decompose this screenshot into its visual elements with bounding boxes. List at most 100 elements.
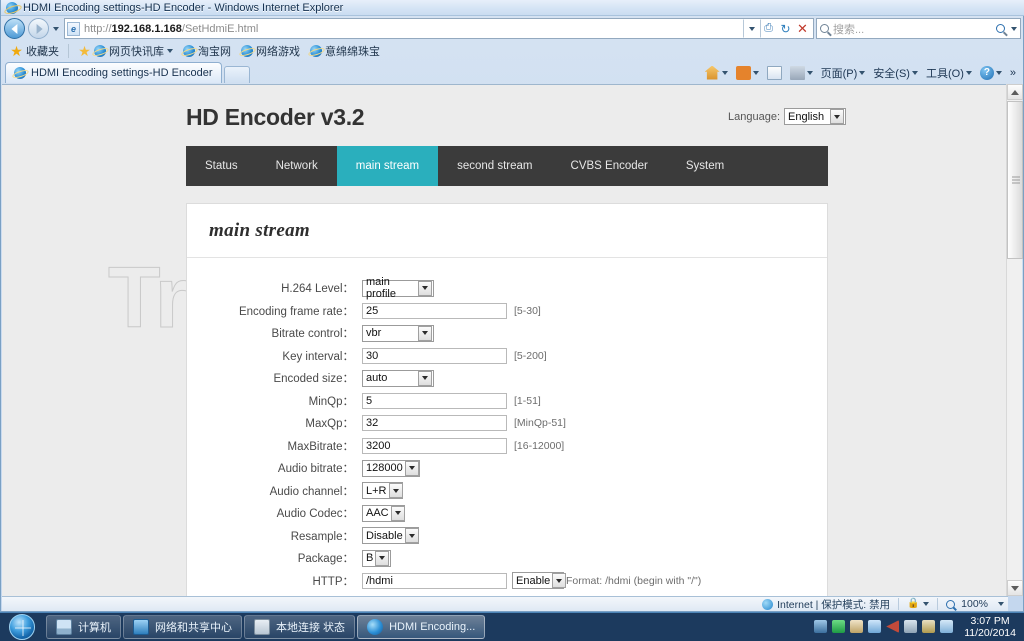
page-menu-button[interactable]: 页面(P) — [818, 64, 869, 82]
resample-select[interactable]: Disable — [362, 527, 419, 545]
feeds-button[interactable] — [733, 65, 762, 81]
form-label: MaxBitrate： — [287, 440, 354, 453]
shield-icon[interactable] — [832, 620, 846, 633]
list-icon[interactable] — [868, 620, 882, 633]
form-label: Audio channel： — [269, 485, 354, 498]
home-button[interactable] — [702, 65, 731, 81]
chevron-down-icon[interactable] — [375, 550, 390, 566]
network-sharing-icon — [133, 618, 149, 635]
mail-button[interactable] — [764, 65, 785, 81]
zoom-icon[interactable] — [946, 599, 956, 609]
search-input[interactable]: 搜索... — [816, 18, 1021, 39]
monitor-icon[interactable] — [814, 620, 828, 633]
refresh-icon[interactable]: ↻ — [777, 19, 794, 38]
favorites-bar-item-1[interactable]: 淘宝网 — [179, 42, 235, 60]
recent-pages-button[interactable] — [49, 18, 62, 39]
chevron-down-icon[interactable] — [404, 460, 419, 476]
network-warning-icon[interactable] — [922, 620, 936, 633]
privacy-lock-icon[interactable]: 🔒 — [907, 598, 919, 610]
stop-icon[interactable]: ✕ — [794, 19, 811, 38]
language-selector[interactable]: Language: English — [728, 108, 846, 125]
maxqp-input[interactable]: 32 — [362, 415, 507, 432]
favorites-bar-item-label: 网页快讯库 — [109, 46, 164, 58]
network-error-icon[interactable] — [904, 620, 918, 633]
key-interval-input[interactable]: 30 — [362, 347, 507, 364]
favorites-bar-item-0[interactable]: ★ 网页快讯库 — [74, 42, 177, 60]
chevron-down-icon[interactable] — [418, 325, 432, 341]
tab-system[interactable]: System — [667, 146, 743, 186]
window-titlebar: HDMI Encoding settings-HD Encoder - Wind… — [1, 0, 1024, 16]
minqp-input[interactable]: 5 — [362, 392, 507, 409]
audio-channel-select[interactable]: L+R — [362, 482, 403, 500]
chevron-down-icon[interactable] — [388, 483, 403, 499]
taskbar-item-network-sharing[interactable]: 网络和共享中心 — [123, 614, 242, 639]
taskbar-item-hdmi-encoding[interactable]: HDMI Encoding... — [357, 614, 486, 639]
chevron-down-icon[interactable] — [923, 602, 930, 606]
encoded-size-select[interactable]: auto — [362, 369, 434, 387]
maxbitrate-input[interactable]: 3200 — [362, 437, 507, 454]
bitrate-control-select[interactable]: vbr — [362, 324, 434, 342]
http-path-input[interactable]: /hdmi — [362, 572, 507, 589]
chevron-down-icon[interactable] — [911, 70, 918, 75]
chevron-down-icon[interactable] — [995, 70, 1002, 75]
field-value: auto — [366, 372, 388, 385]
chevron-down-icon[interactable] — [965, 70, 972, 75]
print-button[interactable] — [787, 65, 816, 81]
chevron-down-icon[interactable] — [859, 70, 866, 75]
speaker-arrow-icon[interactable] — [886, 620, 900, 633]
field-value: AAC — [366, 507, 389, 520]
chevron-down-icon[interactable] — [806, 70, 813, 75]
new-tab-button[interactable] — [223, 66, 250, 83]
page-favicon-icon — [310, 45, 322, 57]
tab-cvbs-encoder[interactable]: CVBS Encoder — [552, 146, 667, 186]
audio-bitrate-select[interactable]: 128000 — [362, 459, 420, 477]
chevron-down-icon[interactable] — [418, 370, 432, 386]
h264-level-select[interactable]: main profile — [362, 276, 434, 300]
chevron-down-icon[interactable] — [998, 602, 1004, 606]
chevron-down-icon[interactable] — [830, 109, 844, 124]
chevron-down-icon[interactable] — [418, 280, 432, 296]
scroll-up-button[interactable] — [1007, 84, 1023, 100]
security-menu-button[interactable]: 安全(S) — [870, 64, 921, 82]
favorites-button[interactable]: ★ 收藏夹 — [6, 42, 63, 60]
start-button[interactable] — [0, 613, 44, 641]
command-overflow-button[interactable]: » — [1007, 66, 1019, 80]
taskbar-clock[interactable]: 3:07 PM 11/20/2014 — [958, 615, 1018, 639]
chevron-down-icon[interactable] — [390, 505, 405, 521]
search-submit-icon[interactable] — [996, 24, 1005, 33]
address-dropdown-button[interactable] — [743, 19, 760, 38]
taskbar-item-computer[interactable]: 计算机 — [46, 614, 121, 639]
package-select[interactable]: B — [362, 549, 391, 567]
encoding-frame-rate-input[interactable]: 25 — [362, 302, 507, 319]
compatibility-view-icon[interactable]: ⎙ — [760, 19, 777, 38]
security-menu-label: 安全(S) — [873, 67, 910, 80]
audio-codec-select[interactable]: AAC — [362, 504, 405, 522]
browser-tab-active[interactable]: HDMI Encoding settings-HD Encoder — [5, 62, 222, 83]
taskbar-item-local-connection[interactable]: 本地连接 状态 — [244, 614, 356, 639]
back-button[interactable] — [4, 18, 25, 39]
tab-status[interactable]: Status — [186, 146, 257, 186]
chevron-down-icon[interactable] — [404, 528, 419, 544]
chevron-down-icon[interactable] — [552, 573, 567, 589]
search-provider-chevron-down-icon[interactable] — [1011, 26, 1017, 31]
help-menu-button[interactable]: ? — [977, 65, 1005, 81]
forward-button[interactable] — [28, 18, 49, 39]
page-scrollbar[interactable] — [1006, 84, 1023, 596]
form-row-maxbitrate: MaxBitrate： 3200 [16-12000] — [187, 435, 827, 458]
security-icon[interactable] — [850, 620, 864, 633]
volume-icon[interactable] — [940, 620, 954, 633]
favorites-bar-item-3[interactable]: 意绵绵珠宝 — [306, 42, 384, 60]
address-input[interactable]: e http://192.168.1.168/SetHdmiE.html ⎙ ↻… — [64, 18, 814, 39]
tab-network[interactable]: Network — [257, 146, 337, 186]
scroll-down-button[interactable] — [1007, 580, 1023, 596]
tools-menu-button[interactable]: 工具(O) — [923, 64, 975, 82]
scrollbar-thumb[interactable] — [1007, 101, 1023, 259]
favorites-bar-item-2[interactable]: 网络游戏 — [237, 42, 304, 60]
language-select[interactable]: English — [784, 108, 846, 125]
chevron-down-icon[interactable] — [167, 49, 173, 53]
chevron-down-icon[interactable] — [721, 70, 728, 75]
chevron-down-icon[interactable] — [752, 70, 759, 75]
tab-main-stream[interactable]: main stream — [336, 146, 439, 186]
http-enable-select[interactable]: Enable — [512, 572, 567, 590]
tab-second-stream[interactable]: second stream — [438, 146, 551, 186]
